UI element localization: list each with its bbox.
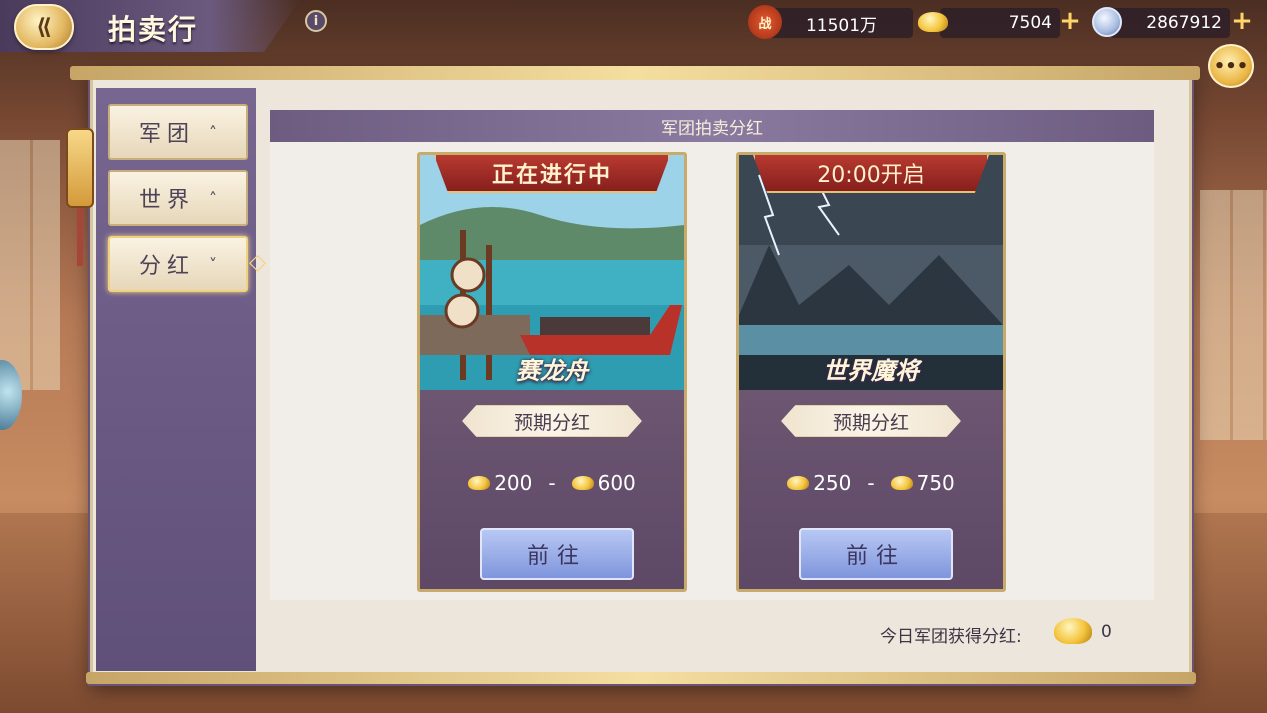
dividend-min: 200 bbox=[494, 471, 533, 495]
card-title: 世界魔将 bbox=[823, 357, 919, 385]
dividend-max: 600 bbox=[597, 471, 636, 495]
silver-coin-icon bbox=[1092, 7, 1122, 37]
today-dividend-label: 今日军团获得分红: bbox=[880, 627, 1022, 647]
page-title: 拍卖行 bbox=[108, 13, 199, 46]
gold-ingot-icon bbox=[916, 5, 950, 39]
tab-dividend-label: 分红 bbox=[138, 254, 195, 279]
combat-power-display: 11501万 bbox=[770, 8, 913, 38]
tab-legion[interactable]: 军团 ˄ bbox=[108, 104, 248, 160]
chat-bubble-icon: ••• bbox=[1213, 55, 1249, 77]
section-title: 军团拍卖分红 bbox=[270, 110, 1154, 142]
today-dividend-value: 0 bbox=[1101, 622, 1112, 642]
tab-world-label: 世界 bbox=[138, 188, 195, 213]
gold-ingot-icon bbox=[468, 476, 491, 490]
card-status-banner: 正在进行中 bbox=[434, 155, 670, 193]
gold-ingot-icon bbox=[571, 476, 594, 490]
back-arrow-icon: ⟪ bbox=[36, 14, 52, 40]
frame-top-trim bbox=[70, 66, 1200, 80]
active-tab-pointer-icon: ◇ bbox=[249, 250, 266, 275]
frame-bottom-trim bbox=[86, 672, 1196, 684]
gold-ingot-value: 7504 bbox=[1008, 13, 1052, 33]
background-window-left bbox=[0, 140, 60, 390]
chat-button[interactable]: ••• bbox=[1208, 44, 1254, 88]
tab-legion-label: 军团 bbox=[138, 122, 195, 147]
dividend-card-world-demon: 20:00开启 世界魔将 预期分红 250 - 750 前往 bbox=[736, 152, 1006, 592]
dividend-range: 250 - 750 bbox=[739, 471, 1003, 495]
chevron-down-icon: ˅ bbox=[209, 254, 217, 274]
card-title: 赛龙舟 bbox=[516, 357, 588, 385]
add-gold-button[interactable]: + bbox=[1059, 8, 1081, 34]
go-button[interactable]: 前往 bbox=[480, 528, 634, 580]
gold-ingot-icon bbox=[890, 476, 913, 490]
dividend-card-dragon-boat: 正在进行中 赛龙舟 预期分红 200 - 600 前往 bbox=[417, 152, 687, 592]
battle-icon: 战 bbox=[748, 5, 782, 39]
plus-icon: + bbox=[1059, 6, 1081, 36]
dividend-min: 250 bbox=[813, 471, 852, 495]
add-silver-button[interactable]: + bbox=[1231, 8, 1253, 34]
lantern-decoration bbox=[66, 118, 94, 270]
range-separator: - bbox=[548, 471, 556, 495]
silver-coin-display: 2867912 bbox=[1110, 8, 1230, 38]
background-window-right bbox=[1200, 190, 1267, 440]
range-separator: - bbox=[867, 471, 875, 495]
gold-ingot-icon bbox=[787, 476, 810, 490]
chevron-up-icon: ˄ bbox=[209, 188, 217, 208]
expected-dividend-label: 预期分红 bbox=[781, 405, 961, 437]
chevron-up-icon: ˄ bbox=[209, 122, 217, 142]
dividend-max: 750 bbox=[916, 471, 955, 495]
back-button[interactable]: ⟪ bbox=[14, 4, 74, 50]
plus-icon: + bbox=[1231, 6, 1253, 36]
go-button[interactable]: 前往 bbox=[799, 528, 953, 580]
tab-world[interactable]: 世界 ˄ bbox=[108, 170, 248, 226]
dividend-range: 200 - 600 bbox=[420, 471, 684, 495]
gold-ingot-icon bbox=[1054, 618, 1092, 644]
silver-coin-value: 2867912 bbox=[1146, 13, 1222, 33]
battle-badge: 战 bbox=[758, 16, 772, 32]
tab-dividend[interactable]: 分红 ˅ bbox=[108, 236, 248, 292]
gold-ingot-display: 7504 bbox=[940, 8, 1060, 38]
expected-dividend-label: 预期分红 bbox=[462, 405, 642, 437]
content-panel bbox=[270, 110, 1154, 600]
card-status-banner: 20:00开启 bbox=[753, 155, 989, 193]
combat-power-value: 11501万 bbox=[805, 15, 878, 36]
info-icon[interactable]: i bbox=[305, 10, 327, 32]
